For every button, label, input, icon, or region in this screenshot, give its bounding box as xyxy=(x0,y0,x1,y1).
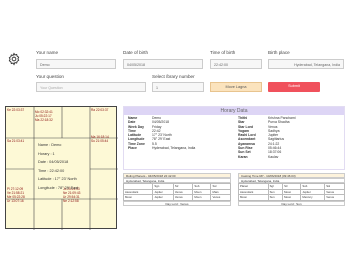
table-cell: Moon xyxy=(122,194,154,201)
submit-button[interactable]: Submit xyxy=(268,82,320,92)
table-row: Moon Sun Moon Mercury Venus xyxy=(238,194,345,201)
chart-cell-7: Pl 27:12:09 Ve 21:58:21 Me 05:22:28 Ur 13:0… xyxy=(7,187,25,203)
casting-time-day-lord: Day Lord : Sun xyxy=(238,200,345,206)
table-cell: Venus xyxy=(172,194,194,201)
table-row: Moon Jupiter Venus Moon Venus xyxy=(122,194,231,201)
table-cell: Mercury xyxy=(300,194,326,201)
dob-input[interactable]: 04/05/2018 xyxy=(123,59,203,69)
tob-input[interactable]: 22:42:00 xyxy=(210,59,262,69)
table-cell: Venus xyxy=(210,194,231,201)
horary-data-title: Horary Data xyxy=(124,107,344,115)
horary-data-panel: Horary Data Name Demo Date 04/05/2018 Week D… xyxy=(123,106,345,170)
tob-label: Time of birth xyxy=(210,50,236,55)
question-input[interactable]: Your Question xyxy=(36,82,146,92)
chart-cell-3: Ra 22:03:37 xyxy=(91,108,109,112)
horary-data-right: Thithi Krishna Panchami Star Purva Shadha St… xyxy=(238,116,296,159)
dob-label: Date of birth xyxy=(123,50,149,55)
casting-time-table: Casting Time RP - 10/06/2018 (09:46:03) … xyxy=(238,173,345,206)
horary-data-key: Karan xyxy=(238,154,248,159)
ruling-planets-table: Ruling Planets - 04/05/2018 22:42:00 Hyd… xyxy=(122,173,231,206)
chart-cell-2: Mo 02:32:41 Ju 05:22:17 Ma 22:18:32 xyxy=(35,110,53,122)
table-cell: Moon xyxy=(282,194,302,201)
horary-number-select[interactable]: 1 xyxy=(152,82,204,92)
gear-icon[interactable] xyxy=(7,52,21,66)
horary-data-row: Karan Kaulav xyxy=(238,155,296,159)
chart-cell-5: Sa 21:03:41 xyxy=(7,139,25,143)
horary-chart: Ke 22:03:37 Mo 02:32:41 Ju 05:22:17 Ma 22:… xyxy=(5,106,118,230)
horary-data-row: Place Hyderabad, Telangana, India xyxy=(128,146,195,150)
move-lagna-button[interactable]: Move Lagna xyxy=(210,82,262,92)
ruling-planets-grid: Sgn Str Sub Ssl Ascendant Jupiter Venus Moon Mar… xyxy=(122,183,231,201)
chart-cell-6: Ma 16:18:14 Su 21:05:44 xyxy=(91,135,109,143)
horary-data-value: Hyderabad, Telangana, India xyxy=(152,146,196,151)
horary-number-label: Select /brary number xyxy=(152,74,195,79)
table-cell: Venus xyxy=(324,194,345,201)
birth-place-input[interactable]: Hyderabad, Telangana, India xyxy=(268,59,344,69)
your-name-input[interactable]: Demo xyxy=(36,59,116,69)
horary-data-value: Kaulav xyxy=(268,154,279,159)
ruling-planets-day-lord: Day Lord : Venus xyxy=(123,200,231,206)
table-cell: Jupiter xyxy=(152,194,174,201)
table-cell: Sun xyxy=(267,194,284,201)
casting-time-grid: Planet Sgl Str Sub Ssl Ascendant Sun Moon Jupite… xyxy=(238,183,345,201)
chart-cell-1: Ke 22:03:37 xyxy=(7,108,25,112)
horary-data-key: Place xyxy=(128,146,137,151)
table-cell: Moon xyxy=(192,194,212,201)
table-cell: Moon xyxy=(238,194,269,201)
question-label: Your question xyxy=(36,74,64,79)
chart-center-info: Name : Demo Horary : 1 Date : 04/05/2018… xyxy=(38,143,79,190)
horary-data-left: Name Demo Date 04/05/2018 Week Day Friday Time… xyxy=(128,116,195,150)
birth-place-label: Birth place xyxy=(268,50,290,55)
your-name-label: Your name xyxy=(36,50,59,55)
